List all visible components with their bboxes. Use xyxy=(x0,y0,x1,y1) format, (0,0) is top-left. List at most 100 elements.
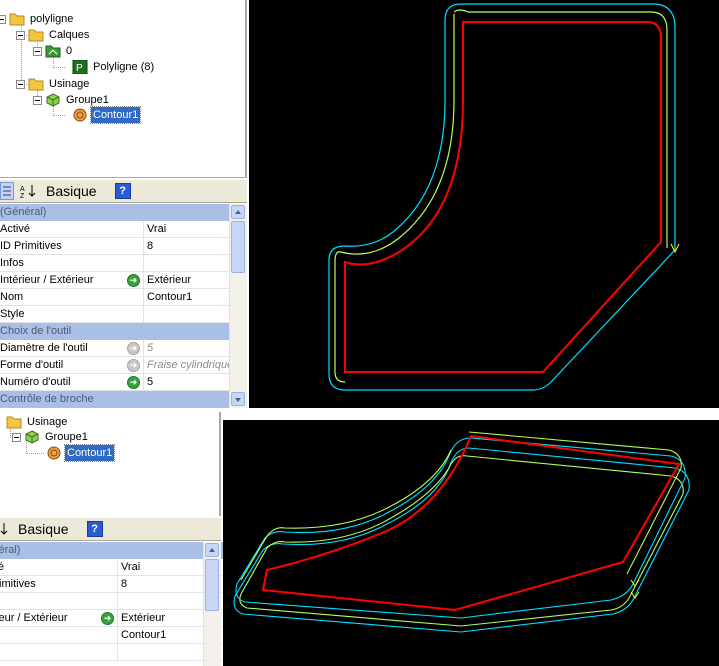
property-grid-bottom: (Général) ActivéVraiID Primitives8InfosIn… xyxy=(0,542,229,666)
toolpath-outer xyxy=(328,3,676,391)
tree-item-calques[interactable]: Calques xyxy=(16,27,91,43)
property-value[interactable]: 8 xyxy=(144,238,229,254)
property-row[interactable]: NomContour1 xyxy=(0,627,229,644)
tree-item-label: Groupe1 xyxy=(45,431,88,443)
properties-toolbar-top: AZ Basique ? xyxy=(0,179,247,203)
disabled-arrow-icon xyxy=(127,357,140,373)
tree-item-label: Groupe1 xyxy=(66,94,109,106)
property-row[interactable]: Style xyxy=(0,306,229,323)
collapse-icon[interactable] xyxy=(33,95,42,105)
categorized-view-button[interactable] xyxy=(0,182,14,200)
contour-3d-drawing xyxy=(233,431,690,633)
tree-item-label: Calques xyxy=(49,29,90,41)
property-key: Intérieur / Extérieur xyxy=(0,274,94,286)
collapse-icon[interactable] xyxy=(16,79,25,89)
help-icon[interactable]: ? xyxy=(114,183,131,199)
property-row[interactable]: ActivéVrai xyxy=(0,559,229,576)
tree-item-groupe1[interactable]: Groupe1 xyxy=(12,429,90,445)
property-row[interactable]: Style xyxy=(0,644,229,661)
alphabetical-view-button[interactable]: AZ xyxy=(18,182,38,200)
property-row[interactable]: Infos xyxy=(0,593,229,610)
property-key: Numéro d'outil xyxy=(0,376,71,388)
group-cube-icon xyxy=(25,430,39,444)
edit-arrow-icon[interactable] xyxy=(127,272,140,288)
property-row[interactable]: ID Primitives8 xyxy=(0,576,229,593)
tree-item-usinage[interactable]: Usinage xyxy=(16,76,91,92)
tree-item-layer-0[interactable]: 0 xyxy=(33,43,74,59)
scroll-up-button[interactable] xyxy=(205,543,219,557)
scroll-down-button[interactable] xyxy=(231,392,245,406)
property-value[interactable]: 5 xyxy=(144,374,229,390)
polyline-icon: P xyxy=(72,60,88,74)
disabled-arrow-icon xyxy=(127,340,140,356)
scroll-thumb[interactable] xyxy=(205,559,219,611)
property-row[interactable]: Numéro d'outil 5 xyxy=(0,374,229,391)
svg-text:P: P xyxy=(76,63,83,74)
property-row[interactable]: ID Primitives8 xyxy=(0,238,229,255)
folder-icon xyxy=(28,29,44,42)
property-row[interactable]: Forme d'outil Fraise cylindrique xyxy=(0,357,229,374)
layer-folder-icon xyxy=(45,45,61,58)
property-row[interactable]: Activé Vrai xyxy=(0,221,229,238)
tree-item-label: Contour1 xyxy=(63,444,116,462)
view-mode-dropdown[interactable]: Basique xyxy=(18,520,69,538)
cad-viewport-bottom[interactable] xyxy=(223,420,719,666)
edit-arrow-icon[interactable] xyxy=(101,610,114,626)
property-scrollbar-bottom[interactable] xyxy=(203,542,221,666)
property-row[interactable]: Diamètre de l'outil 5 xyxy=(0,340,229,357)
property-key: (Général) xyxy=(0,544,21,556)
property-value[interactable]: Vrai xyxy=(144,221,229,237)
property-key: Forme d'outil xyxy=(0,359,64,371)
property-category[interactable]: Contrôle de broche xyxy=(0,391,229,408)
group-cube-icon xyxy=(46,93,60,107)
property-category[interactable]: Choix de l'outil xyxy=(0,323,229,340)
collapse-icon[interactable] xyxy=(12,432,21,442)
property-category[interactable]: (Général) xyxy=(0,204,229,221)
property-key: Activé xyxy=(0,561,4,573)
property-value[interactable]: Fraise cylindrique xyxy=(144,357,229,373)
property-row[interactable]: Nom Contour1 xyxy=(0,289,229,306)
contour-2d-drawing xyxy=(328,3,680,391)
property-key: Choix de l'outil xyxy=(0,325,72,337)
scroll-up-button[interactable] xyxy=(231,205,245,219)
alphabetical-view-button[interactable] xyxy=(0,520,10,538)
tree-panel-bottom: Usinage Groupe1 Contour1 xyxy=(0,412,221,516)
collapse-icon[interactable] xyxy=(16,30,25,40)
property-key: (Général) xyxy=(0,206,47,218)
help-icon[interactable]: ? xyxy=(86,521,103,537)
tree-item-contour1[interactable]: Contour1 xyxy=(46,444,116,462)
svg-text:A: A xyxy=(20,186,25,193)
view-mode-dropdown[interactable]: Basique xyxy=(46,182,97,200)
tree-item-contour1[interactable]: Contour1 xyxy=(72,106,142,124)
property-row[interactable]: Infos xyxy=(0,255,229,272)
scroll-thumb[interactable] xyxy=(231,221,245,273)
collapse-icon[interactable] xyxy=(33,46,42,56)
toolpath-inner xyxy=(468,11,668,248)
tree-item-polyligne[interactable]: polyligne xyxy=(0,11,75,27)
property-key: Nom xyxy=(0,291,24,303)
folder-icon xyxy=(6,416,22,429)
property-value[interactable]: Contour1 xyxy=(144,289,229,305)
tree-item-label: 0 xyxy=(66,45,73,57)
property-value[interactable]: 5 xyxy=(144,340,229,356)
cad-viewport-top[interactable] xyxy=(249,0,719,408)
property-value[interactable] xyxy=(144,306,229,322)
tree-item-label: Usinage xyxy=(27,416,68,428)
property-key: Contrôle de broche xyxy=(0,393,94,405)
collapse-icon[interactable] xyxy=(0,14,6,24)
property-scrollbar-top[interactable] xyxy=(229,204,247,408)
property-row[interactable]: Intérieur / Extérieur Extérieur xyxy=(0,272,229,289)
contour-icon xyxy=(47,446,61,460)
property-value[interactable] xyxy=(144,255,229,271)
tree-item-label: Usinage xyxy=(49,78,90,90)
edit-arrow-icon[interactable] xyxy=(127,374,140,390)
tree-item-groupe1[interactable]: Groupe1 xyxy=(33,92,111,108)
contour-polyline xyxy=(344,21,662,373)
property-key: Activé xyxy=(0,223,30,235)
property-category[interactable]: (Général) xyxy=(0,542,229,559)
sort-az-icon xyxy=(0,523,8,535)
tree-item-usinage[interactable]: Usinage xyxy=(6,414,69,430)
property-value[interactable]: Extérieur xyxy=(144,272,229,288)
tree-item-polyligne-8[interactable]: P Polyligne (8) xyxy=(72,59,156,75)
property-row[interactable]: Intérieur / ExtérieurExtérieur xyxy=(0,610,229,627)
